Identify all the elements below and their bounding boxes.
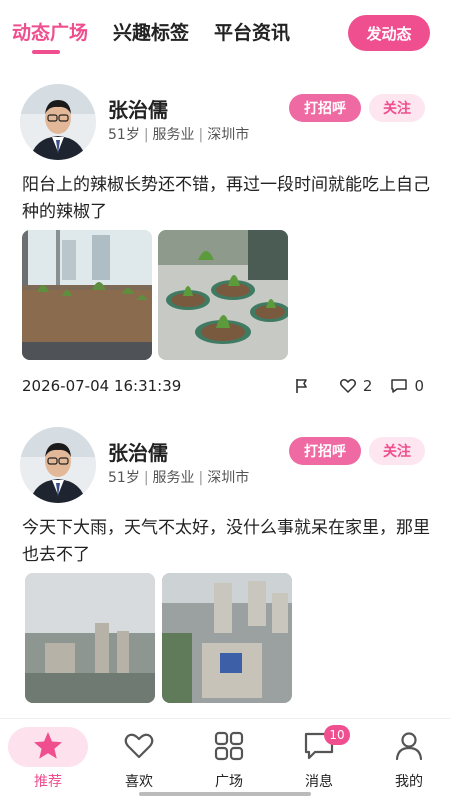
meta-separator: |	[198, 470, 204, 486]
nav-like[interactable]: 喜欢	[104, 729, 174, 791]
grid-icon	[214, 731, 244, 761]
like-count: 2	[362, 377, 373, 395]
potted-pepper-image[interactable]	[158, 230, 288, 360]
user-city: 深圳市	[207, 470, 250, 486]
heart-icon	[124, 733, 154, 759]
meta-separator: |	[198, 127, 204, 143]
nav-label: 广场	[215, 774, 243, 790]
city-aerial-image[interactable]	[162, 573, 292, 703]
nav-label: 喜欢	[125, 774, 153, 790]
avatar[interactable]	[20, 427, 96, 503]
tab-interest-tags[interactable]: 兴趣标签	[113, 18, 189, 45]
user-city: 深圳市	[207, 127, 250, 143]
comment-count: 0	[414, 377, 424, 395]
bottom-navigation: 推荐 喜欢 广场 10 消息 我的	[0, 718, 450, 801]
user-meta: 51岁 | 服务业 | 深圳市	[108, 124, 249, 144]
greet-button[interactable]: 打招呼	[289, 437, 361, 465]
post-time: 2026-07-04 16:31:39	[22, 377, 182, 395]
tab-platform-news[interactable]: 平台资讯	[214, 18, 290, 45]
user-industry: 服务业	[152, 127, 195, 143]
nav-label: 推荐	[34, 774, 62, 790]
nav-mine[interactable]: 我的	[374, 729, 444, 791]
report-button[interactable]	[293, 377, 311, 395]
post-text: 阳台上的辣椒长势还不错，再过一段时间就能吃上自己种的辣椒了	[22, 175, 430, 222]
nav-messages[interactable]: 10 消息	[284, 725, 354, 791]
post-footer: 2026-07-04 16:31:39 2 0	[22, 377, 432, 399]
nav-label: 我的	[395, 774, 423, 790]
avatar[interactable]	[20, 84, 96, 160]
balcony-planter-image[interactable]	[22, 230, 152, 360]
unread-badge: 10	[324, 725, 350, 745]
nav-square[interactable]: 广场	[194, 729, 264, 791]
heart-icon	[339, 379, 356, 394]
follow-button[interactable]: 关注	[369, 437, 425, 465]
user-age: 51岁	[108, 470, 140, 486]
user-age: 51岁	[108, 127, 140, 143]
star-icon	[34, 732, 62, 759]
meta-separator: |	[143, 127, 149, 143]
home-indicator	[139, 792, 311, 796]
user-name[interactable]: 张治儒	[108, 437, 168, 466]
meta-separator: |	[143, 470, 149, 486]
tab-dynamic-square[interactable]: 动态广场	[12, 18, 88, 45]
post-dynamic-button[interactable]: 发动态	[348, 15, 430, 51]
post-text: 今天下大雨，天气不太好，没什么事就呆在家里，那里也去不了	[22, 518, 430, 565]
top-bar: 动态广场 兴趣标签 平台资讯 发动态	[0, 0, 450, 60]
post-actions: 2 0	[293, 377, 424, 395]
rainy-city-image[interactable]	[25, 573, 155, 703]
comment-button[interactable]: 0	[390, 377, 424, 395]
feed-post: 张治儒 51岁 | 服务业 | 深圳市 打招呼 关注 今天下大雨，天气不太好，没什么事就…	[0, 427, 450, 717]
flag-icon	[296, 379, 307, 393]
follow-button[interactable]: 关注	[369, 94, 425, 122]
user-name[interactable]: 张治儒	[108, 94, 168, 123]
nav-recommend[interactable]: 推荐	[13, 729, 83, 791]
person-icon	[395, 732, 423, 761]
greet-button[interactable]: 打招呼	[289, 94, 361, 122]
user-meta: 51岁 | 服务业 | 深圳市	[108, 467, 249, 487]
comment-icon	[391, 379, 408, 393]
like-button[interactable]: 2	[339, 377, 373, 395]
user-industry: 服务业	[152, 470, 195, 486]
active-tab-indicator	[32, 50, 60, 54]
feed-post: 张治儒 51岁 | 服务业 | 深圳市 打招呼 关注 阳台上的辣椒长势还不错，再过一段时…	[0, 84, 450, 404]
nav-label: 消息	[305, 774, 333, 790]
